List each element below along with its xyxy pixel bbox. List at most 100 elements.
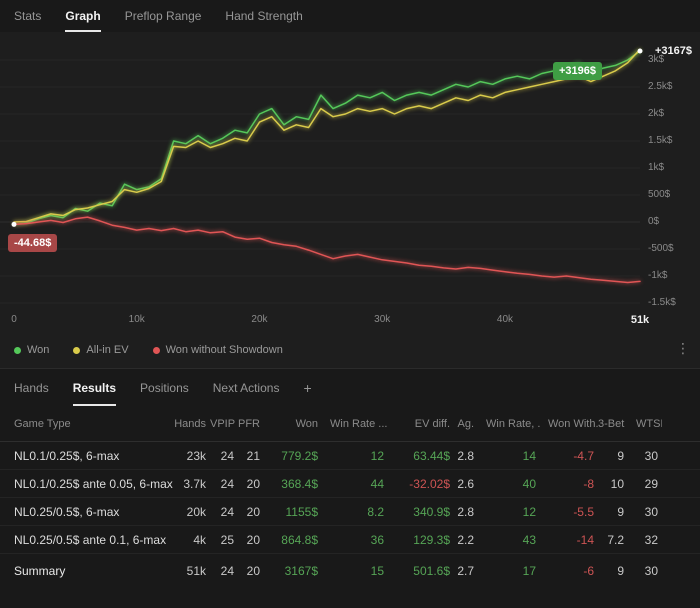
y-axis-label: 1.5k$ [648,135,673,146]
x-axis-label: 40k [496,314,514,325]
cell-win_rate_2: 14 [522,448,536,463]
cell-win_rate: 15 [370,564,384,578]
cell-ev_diff: 63.44$ [413,448,450,463]
cell-wtsd: 32 [644,532,658,547]
column-header-won_without[interactable]: Won With... [540,418,598,430]
cell-pfr: 20 [246,564,260,578]
cell-won_without: -14 [576,532,594,547]
tab-graph[interactable]: Graph [65,0,101,32]
cell-won: 1155$ [285,504,318,519]
cell-ev_diff: -32.02$ [409,476,450,491]
cell-win_rate_2: 43 [522,532,536,547]
column-header-game_type[interactable]: Game Type [14,418,174,430]
start-value-badge: -44.68$ [8,234,58,252]
cell-three_bet: 10 [610,476,624,491]
table-row[interactable]: NL0.25/0.5$ ante 0.1, 6-max 4k 25 20 864.8$ 3… [0,526,700,554]
y-axis-label: 500$ [648,189,671,200]
cell-pfr: 21 [246,448,260,463]
cell-three_bet: 9 [617,504,624,519]
results-table: Game Type Hands VPIP PFR Won Win Rate ... EV d… [0,406,700,588]
column-header-win_rate_2[interactable]: Win Rate, ... [478,418,540,430]
table-summary-row[interactable]: Summary 51k 24 20 3167$ 15 501.6$ 2.7 17 -6 9 30 [0,554,700,588]
table-header-row: Game Type Hands VPIP PFR Won Win Rate ... EV d… [0,406,700,442]
legend-dot-icon [14,346,21,354]
cell-win_rate: 36 [370,532,384,547]
chart-menu-icon[interactable]: ⋮ [676,340,690,357]
legend-item-won[interactable]: Won [14,344,49,356]
cell-ag: 2.7 [457,564,474,578]
cell-game_type: NL0.25/0.5$, 6-max [14,504,120,519]
column-header-three_bet[interactable]: 3-Bet [598,418,628,430]
cell-vpip: 24 [220,504,234,519]
legend-item-all-in-ev[interactable]: All-in EV [73,344,129,356]
cell-won_without: -4.7 [573,448,594,463]
cell-game_type: Summary [14,564,66,578]
x-axis-label: 20k [251,314,268,325]
final-won-label: +3167$ [654,45,692,57]
x-axis-label: 51k [630,314,650,326]
x-axis-label: 30k [374,314,391,325]
column-header-ev_diff[interactable]: EV diff. [388,418,454,430]
y-axis-label: -500$ [648,243,674,254]
tab-stats[interactable]: Stats [14,0,41,32]
cell-vpip: 24 [220,476,234,491]
column-header-wtsd[interactable]: WTSD ... [628,418,662,430]
table-body: NL0.1/0.25$, 6-max 23k 24 21 779.2$ 12 63.44$ 2… [0,442,700,554]
cell-won: 368.4$ [281,476,318,491]
column-header-hands[interactable]: Hands [174,418,210,430]
tab-hands[interactable]: Hands [14,369,49,406]
poker-tracker-window: Stats Graph Preflop Range Hand Strength … [0,0,700,588]
cell-won: 864.8$ [281,532,318,547]
cell-won_without: -8 [583,476,594,491]
legend-label: Won [27,344,50,356]
cell-hands: 23k [186,448,206,463]
table-row[interactable]: NL0.1/0.25$ ante 0.05, 6-max 3.7k 24 20 368.… [0,470,700,498]
legend-item-won-without-showdown[interactable]: Won without Showdown [152,344,283,356]
cell-ag: 2.8 [457,504,474,519]
cell-pfr: 20 [246,532,260,547]
cell-ag: 2.8 [457,448,474,463]
tab-results[interactable]: Results [72,369,117,406]
tab-hand-strength[interactable]: Hand Strength [225,0,302,32]
cell-win_rate: 12 [370,448,384,463]
cell-ev_diff: 129.3$ [413,532,450,547]
cell-win_rate: 8.2 [367,504,384,519]
cell-win_rate: 44 [370,476,384,491]
cell-wtsd: 29 [644,476,658,491]
column-header-pfr[interactable]: PFR [238,418,264,430]
cell-hands: 3.7k [183,476,206,491]
tab-positions[interactable]: Positions [140,369,189,406]
y-axis-label: 2k$ [648,108,665,119]
series-line-won-without-showdown [13,216,641,284]
legend-label: All-in EV [86,344,129,356]
table-row[interactable]: NL0.1/0.25$, 6-max 23k 24 21 779.2$ 12 63.44$ 2… [0,442,700,470]
cell-ag: 2.6 [457,476,474,491]
cell-won_without: -5.5 [573,504,594,519]
cell-vpip: 24 [220,564,234,578]
column-header-won[interactable]: Won [264,418,322,430]
cell-three_bet: 9 [617,448,624,463]
column-header-vpip[interactable]: VPIP [210,418,238,430]
winnings-graph[interactable]: 3k$ 2.5k$ 2k$ 1.5k$ 1k$ 500$ 0$ -500$ -1k$ -1.5k$… [0,32,700,332]
y-axis-label: 2.5k$ [648,81,673,92]
cell-three_bet: 9 [617,564,624,578]
series-line-won [13,50,641,226]
legend-dot-icon [152,346,160,354]
column-header-win_rate[interactable]: Win Rate ... [322,418,388,430]
tab-preflop-range[interactable]: Preflop Range [125,0,202,32]
tab-next-actions[interactable]: Next Actions [213,369,280,406]
cell-wtsd: 30 [644,448,658,463]
y-axis-label: 0$ [648,216,660,227]
x-axis-label: 0 [11,314,17,325]
cell-wtsd: 30 [644,564,658,578]
column-header-ag[interactable]: Ag. [454,418,478,430]
cell-pfr: 20 [246,476,260,491]
y-axis-label: -1.5k$ [648,297,676,308]
cell-ag: 2.2 [457,532,474,547]
cell-game_type: NL0.1/0.25$ ante 0.05, 6-max [14,476,173,491]
cell-hands: 51k [186,564,206,578]
add-tab-button[interactable]: + [303,369,311,406]
cell-win_rate_2: 40 [522,476,536,491]
table-row[interactable]: NL0.25/0.5$, 6-max 20k 24 20 1155$ 8.2 340.9$ 2… [0,498,700,526]
cell-hands: 4k [193,532,206,547]
